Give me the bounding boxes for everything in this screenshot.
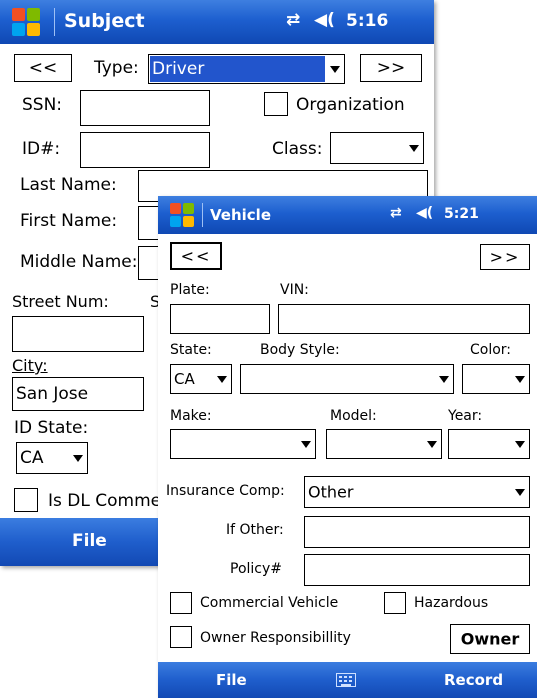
middle-name-label: Middle Name: — [20, 252, 138, 272]
volume-icon[interactable]: ◀( — [416, 205, 433, 221]
vehicle-title: Vehicle — [210, 206, 271, 224]
model-label: Model: — [330, 408, 377, 424]
windows-start-icon[interactable] — [12, 8, 40, 36]
color-label: Color: — [470, 342, 512, 358]
vin-label: VIN: — [280, 282, 309, 298]
dropdown-arrow-icon — [73, 455, 83, 462]
id-field[interactable] — [80, 132, 210, 168]
ssn-field[interactable] — [80, 90, 210, 126]
id-state-select[interactable]: CA — [16, 442, 88, 474]
first-name-label: First Name: — [20, 211, 118, 231]
ssn-label: SSN: — [22, 95, 63, 115]
vehicle-menubar: File Record — [158, 662, 537, 698]
dropdown-arrow-icon — [515, 376, 525, 383]
last-name-label: Last Name: — [20, 175, 117, 195]
dropdown-arrow-icon — [409, 145, 419, 152]
commercial-vehicle-label: Commercial Vehicle — [200, 595, 339, 611]
dropdown-arrow-icon — [301, 441, 311, 448]
subject-title: Subject — [64, 10, 145, 32]
vehicle-window: Vehicle ⇄ ◀( 5:21 << >> Plate: VIN: Stat… — [158, 196, 537, 698]
state-label: State: — [170, 342, 212, 358]
hazardous-label: Hazardous — [414, 595, 489, 611]
vehicle-menu-file[interactable]: File — [216, 671, 247, 689]
dl-commercial-checkbox[interactable] — [14, 488, 38, 512]
subject-menu-file[interactable]: File — [72, 531, 107, 551]
dropdown-arrow-icon — [217, 376, 227, 383]
policy-field[interactable] — [304, 554, 530, 586]
color-select[interactable] — [462, 364, 530, 394]
make-select[interactable] — [170, 429, 316, 459]
connectivity-icon: ⇄ — [390, 205, 402, 221]
plate-label: Plate: — [170, 282, 210, 298]
owner-responsibility-checkbox[interactable] — [170, 626, 192, 648]
subject-titlebar: Subject ⇄ ◀( 5:16 — [0, 0, 434, 44]
city-label: City: — [12, 356, 48, 375]
dropdown-arrow-icon — [515, 489, 525, 496]
street-num-field[interactable] — [12, 316, 144, 352]
if-other-field[interactable] — [304, 516, 530, 548]
type-label: Type: — [94, 58, 139, 78]
vin-field[interactable] — [278, 304, 530, 334]
subject-clock: 5:16 — [346, 11, 389, 31]
dropdown-arrow-icon — [330, 66, 340, 73]
plate-field[interactable] — [170, 304, 270, 334]
class-label: Class: — [272, 139, 323, 159]
model-select[interactable] — [326, 429, 442, 459]
year-select[interactable] — [448, 429, 530, 459]
windows-start-icon[interactable] — [170, 203, 194, 227]
dropdown-arrow-icon — [427, 441, 437, 448]
vehicle-titlebar: Vehicle ⇄ ◀( 5:21 — [158, 196, 537, 234]
make-label: Make: — [170, 408, 212, 424]
keyboard-icon[interactable] — [336, 673, 356, 687]
hazardous-checkbox[interactable] — [384, 592, 406, 614]
subject-next-button[interactable]: >> — [360, 54, 422, 82]
id-label: ID#: — [22, 139, 61, 159]
year-label: Year: — [448, 408, 483, 424]
organization-checkbox[interactable] — [264, 92, 288, 116]
insurance-label: Insurance Comp: — [166, 483, 285, 499]
subject-prev-button[interactable]: << — [14, 54, 72, 82]
commercial-vehicle-checkbox[interactable] — [170, 592, 192, 614]
dropdown-arrow-icon — [439, 376, 449, 383]
class-select[interactable] — [330, 132, 424, 164]
policy-label: Policy# — [230, 561, 283, 577]
city-field[interactable]: San Jose — [12, 377, 144, 411]
vehicle-clock: 5:21 — [444, 206, 479, 222]
connectivity-icon: ⇄ — [286, 10, 301, 30]
body-style-label: Body Style: — [260, 342, 340, 358]
volume-icon[interactable]: ◀( — [314, 10, 335, 30]
if-other-label: If Other: — [226, 522, 284, 538]
vehicle-menu-record[interactable]: Record — [444, 671, 503, 689]
dropdown-arrow-icon — [515, 441, 525, 448]
organization-label: Organization — [296, 95, 405, 115]
vehicle-prev-button[interactable]: << — [170, 242, 222, 270]
owner-responsibility-label: Owner Responsibillity — [200, 630, 351, 646]
vehicle-next-button[interactable]: >> — [480, 244, 530, 270]
street-num-label: Street Num: — [12, 292, 109, 311]
type-select[interactable]: Driver — [148, 54, 345, 84]
id-state-label: ID State: — [14, 418, 89, 438]
insurance-select[interactable]: Other — [304, 476, 530, 508]
vehicle-state-select[interactable]: CA — [170, 364, 232, 394]
body-style-select[interactable] — [240, 364, 454, 394]
owner-button[interactable]: Owner — [450, 624, 530, 654]
dl-commercial-label: Is DL Comme — [48, 491, 162, 511]
